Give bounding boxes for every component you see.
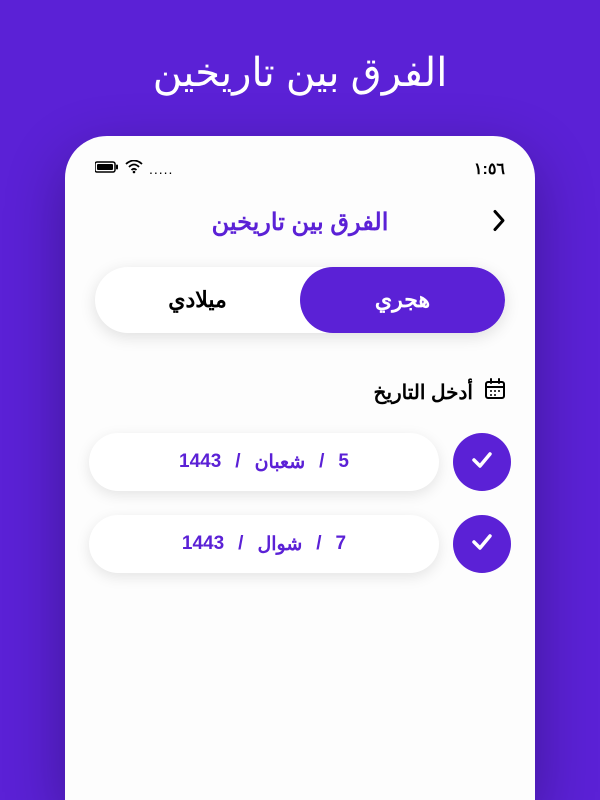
page-title: الفرق بين تاريخين (153, 50, 448, 96)
enter-date-label: أدخل التاريخ (89, 377, 511, 407)
confirm-date-2-button[interactable] (453, 515, 511, 573)
app-header: الفرق بين تاريخين (89, 208, 511, 237)
date-row-2: 7 / شوال / 1443 (89, 515, 511, 573)
phone-frame: ..... ١:٥٦ الفرق بين تاريخين هجري ميلادي… (65, 136, 535, 800)
date-month: شعبان (255, 451, 306, 474)
check-icon (468, 528, 496, 561)
date-month: شوال (257, 533, 302, 556)
tab-hijri[interactable]: هجري (300, 267, 505, 333)
status-left: ..... (95, 160, 173, 179)
date-input-1[interactable]: 5 / شعبان / 1443 (89, 433, 439, 491)
status-time: ١:٥٦ (474, 159, 505, 179)
calendar-type-segment: هجري ميلادي (95, 267, 505, 333)
date-year: 1443 (179, 451, 221, 473)
confirm-date-1-button[interactable] (453, 433, 511, 491)
date-separator: / (316, 533, 321, 555)
date-separator: / (319, 451, 324, 473)
chevron-right-icon[interactable] (491, 208, 507, 237)
calendar-icon (483, 377, 507, 407)
tab-gregorian[interactable]: ميلادي (95, 267, 300, 333)
date-row-1: 5 / شعبان / 1443 (89, 433, 511, 491)
status-bar: ..... ١:٥٦ (89, 156, 511, 182)
date-day: 5 (338, 451, 349, 473)
date-separator: / (238, 533, 243, 555)
date-input-2[interactable]: 7 / شوال / 1443 (89, 515, 439, 573)
date-separator: / (235, 451, 240, 473)
enter-date-text: أدخل التاريخ (374, 380, 473, 405)
date-year: 1443 (182, 533, 224, 555)
date-day: 7 (336, 533, 347, 555)
battery-icon (95, 160, 119, 178)
wifi-icon (125, 160, 143, 179)
app-title: الفرق بين تاريخين (212, 208, 389, 237)
signal-dots: ..... (149, 161, 173, 177)
check-icon (468, 446, 496, 479)
